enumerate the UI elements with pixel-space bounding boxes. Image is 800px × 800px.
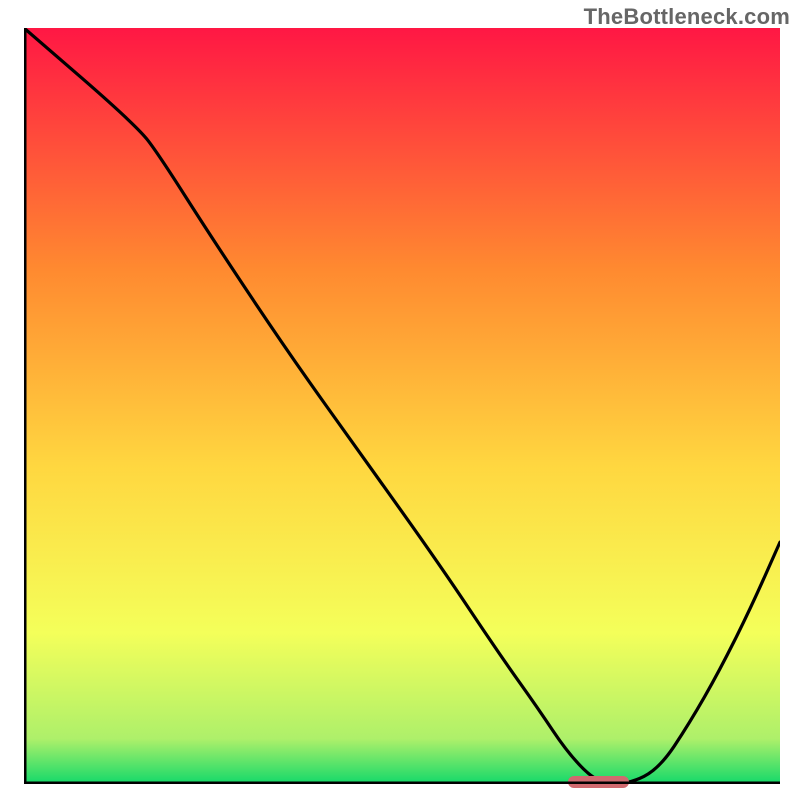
curve-layer	[24, 28, 780, 784]
bottleneck-curve	[24, 28, 780, 784]
optimum-marker	[568, 776, 628, 788]
chart-container: TheBottleneck.com	[0, 0, 800, 800]
watermark-text: TheBottleneck.com	[584, 4, 790, 30]
plot-area	[24, 28, 780, 784]
